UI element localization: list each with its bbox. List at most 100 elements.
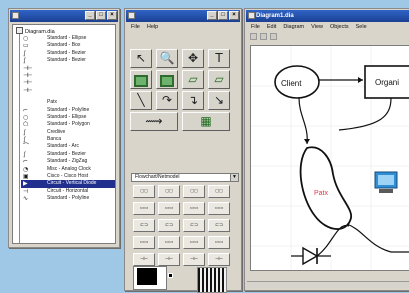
- line-tool[interactable]: ╲: [130, 91, 152, 110]
- sheet-object-button[interactable]: ⊏⊐: [133, 219, 155, 232]
- tree-item[interactable]: ⊣⊢: [21, 65, 115, 72]
- sheet-object-button[interactable]: ◻◻: [158, 185, 180, 198]
- sheet-object-button[interactable]: ⊏⊐: [208, 219, 230, 232]
- arc-tool[interactable]: ↷: [156, 91, 178, 110]
- tree-item[interactable]: ∿ Standard - Polyline: [21, 195, 115, 202]
- tools-window: _ □ × File Help ↖ 🔍 ✥ T ▱ ▱ ╲ ↷ ↴ ↘ ⟿ ▦ Flowchart/N…: [124, 8, 242, 293]
- sheet-object-button[interactable]: ▭▭: [133, 236, 155, 249]
- tree-item[interactable]: ○ Standard - Ellipse: [21, 114, 115, 121]
- object-tree[interactable]: Diagram.dia ○ Standard - Ellipse ▭ Standard…: [12, 24, 116, 244]
- tree-item[interactable]: ◔ Misc - Analog Clock: [21, 166, 115, 173]
- tree-item[interactable]: ⊣⊢: [21, 87, 115, 94]
- tree-item[interactable]: Patx: [21, 99, 115, 106]
- image-tool[interactable]: ▦: [182, 112, 230, 131]
- window-controls: _ □ ×: [207, 11, 239, 20]
- sheet-object-button[interactable]: ⊏⊐: [183, 219, 205, 232]
- menu-view[interactable]: View: [311, 23, 323, 32]
- tree-item[interactable]: ▣ Cisco - Cisco Host: [21, 173, 115, 180]
- toolbar-button[interactable]: [270, 33, 277, 40]
- menu-diagram[interactable]: Diagram: [283, 23, 304, 32]
- sheet-object-button[interactable]: ▭▭: [208, 236, 230, 249]
- maximize-button[interactable]: □: [218, 11, 228, 20]
- minimize-button[interactable]: _: [85, 11, 95, 20]
- tree-item[interactable]: ⌐ Standard - Polyline: [21, 107, 115, 114]
- box-tool[interactable]: [130, 70, 152, 89]
- diode-symbol[interactable]: [302, 246, 319, 266]
- tree-item[interactable]: ∫ Standard - Bezier: [21, 151, 115, 158]
- tree-item[interactable]: ⌐ Standard - ZigZag: [21, 158, 115, 165]
- tree-window-titlebar[interactable]: _ □ ×: [10, 10, 118, 22]
- sheet-object-button[interactable]: ◻◻: [133, 185, 155, 198]
- sheet-object-button[interactable]: ⊏⊐: [158, 219, 180, 232]
- tree-item[interactable]: ∫ Crediive: [21, 129, 115, 136]
- text-tool[interactable]: T: [208, 49, 230, 68]
- sheet-object-button[interactable]: ⊣⊢: [133, 253, 155, 266]
- sheet-object-button[interactable]: ⊣⊢: [183, 253, 205, 266]
- shape-icon: ⊣: [23, 187, 28, 195]
- connector-line[interactable]: [346, 223, 409, 253]
- menu-file[interactable]: File: [131, 23, 140, 32]
- swap-colors-icon[interactable]: [168, 273, 173, 278]
- sheet-object-button[interactable]: ◻◻: [208, 185, 230, 198]
- tree-item-label: Standard - Arc: [47, 143, 79, 150]
- tree-item[interactable]: ∫ Standard - Bezier: [21, 50, 115, 57]
- monitor-icon[interactable]: [374, 171, 398, 193]
- diagram-window-titlebar[interactable]: Diagram1.dia: [246, 10, 409, 22]
- menu-help[interactable]: Help: [147, 23, 158, 32]
- line-width-selector[interactable]: [197, 267, 227, 293]
- polygon-tool[interactable]: ▱: [182, 70, 204, 89]
- close-button[interactable]: ×: [229, 11, 239, 20]
- chevron-down-icon[interactable]: ▼: [230, 174, 238, 181]
- menu-objects[interactable]: Objects: [330, 23, 349, 32]
- sheet-object-button[interactable]: ◻◻: [183, 185, 205, 198]
- shape-icon: ∫: [23, 49, 26, 57]
- magnify-tool[interactable]: 🔍: [156, 49, 178, 68]
- toolbar-button[interactable]: [250, 33, 257, 40]
- maximize-button[interactable]: □: [96, 11, 106, 20]
- tree-item[interactable]: ⊣ Circuit - Horizontal: [21, 188, 115, 195]
- foreground-color-swatch[interactable]: [137, 268, 157, 285]
- bezier-tool[interactable]: ⟿: [130, 112, 178, 131]
- patx-shape[interactable]: [299, 146, 352, 230]
- tree-item[interactable]: ▶ Circuit - Vertical Diode: [21, 180, 115, 188]
- connector-arrow[interactable]: [298, 97, 308, 145]
- tree-item[interactable]: ⊣⊢: [21, 72, 115, 79]
- sheet-object-button[interactable]: ⊣⊢: [158, 253, 180, 266]
- diagram-canvas[interactable]: Client Organi Patx: [250, 45, 409, 271]
- sheet-selector[interactable]: Flowchart/Netmodel ▼: [131, 173, 239, 182]
- menu-edit[interactable]: Edit: [267, 23, 276, 32]
- beziergon-tool[interactable]: ▱: [208, 70, 230, 89]
- tree-root[interactable]: Diagram.dia: [16, 27, 55, 35]
- tree-item-label: Cisco - Cisco Host: [47, 173, 89, 180]
- sheet-object-button[interactable]: ▭▭: [133, 202, 155, 215]
- shape-icon: ⬠: [23, 121, 28, 129]
- sheet-object-button[interactable]: ⊣⊢: [208, 253, 230, 266]
- polyline-tool[interactable]: ↘: [208, 91, 230, 110]
- sheet-object-button[interactable]: ▭▭: [183, 236, 205, 249]
- connector-arrow[interactable]: [338, 97, 392, 131]
- tools-window-titlebar[interactable]: _ □ ×: [126, 10, 240, 22]
- connector-line[interactable]: [316, 225, 350, 257]
- ellipse-tool[interactable]: [156, 70, 178, 89]
- sheet-object-button[interactable]: ▭▭: [158, 236, 180, 249]
- tree-item[interactable]: ○ Standard - Ellipse: [21, 35, 115, 42]
- sheet-object-button[interactable]: ▭▭: [158, 202, 180, 215]
- sheet-object-button[interactable]: ▭▭: [183, 202, 205, 215]
- tree-item[interactable]: ⌒ Standard - Arc: [21, 143, 115, 150]
- tree-item[interactable]: ∫ Banca: [21, 136, 115, 143]
- tree-item[interactable]: ⬠ Standard - Polygon: [21, 121, 115, 128]
- minimize-button[interactable]: _: [207, 11, 217, 20]
- close-button[interactable]: ×: [107, 11, 117, 20]
- toolbar-button[interactable]: [260, 33, 267, 40]
- tree-list: ○ Standard - Ellipse ▭ Standard - Box ∫ Stand…: [21, 35, 115, 203]
- pointer-tool[interactable]: ↖: [130, 49, 152, 68]
- tree-item[interactable]: ∫ Standard - Bezier: [21, 57, 115, 64]
- shape-icon: ○: [23, 113, 28, 121]
- sheet-object-button[interactable]: ▭▭: [208, 202, 230, 215]
- menu-select[interactable]: Sele: [356, 23, 367, 32]
- tree-item[interactable]: ⊣⊢: [21, 79, 115, 86]
- move-tool[interactable]: ✥: [182, 49, 204, 68]
- menu-file[interactable]: File: [251, 23, 260, 32]
- zigzag-tool[interactable]: ↴: [182, 91, 204, 110]
- tree-item[interactable]: ▭ Standard - Box: [21, 42, 115, 49]
